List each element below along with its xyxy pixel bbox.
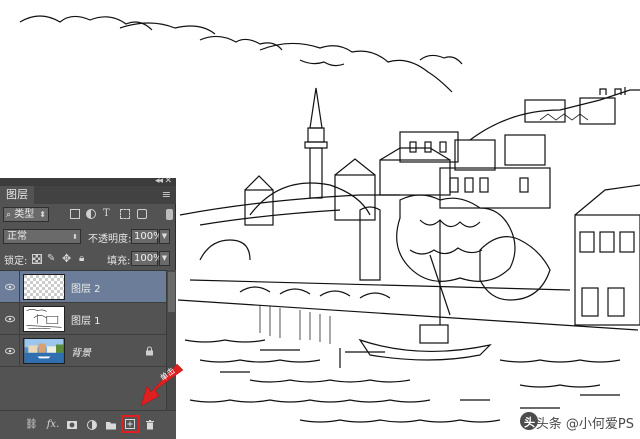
filter-kind-label: 类型 bbox=[14, 209, 35, 220]
divider bbox=[19, 271, 20, 303]
type-filter-icon[interactable]: T bbox=[103, 209, 113, 219]
fill-input[interactable]: 100% bbox=[131, 251, 163, 266]
visibility-eye-icon[interactable] bbox=[5, 346, 15, 356]
close-panel-icon[interactable]: ✕ bbox=[164, 176, 172, 186]
photo-thumbnail bbox=[23, 338, 65, 364]
filter-kind-select[interactable]: ⌕ 类型 ⬍ bbox=[3, 207, 49, 222]
fx-icon[interactable]: fx. bbox=[45, 419, 61, 431]
transparent-thumbnail bbox=[23, 274, 65, 300]
panel-title-strip: ◂◂ ✕ bbox=[0, 176, 176, 186]
sketch-thumbnail bbox=[23, 306, 65, 332]
tab-layers[interactable]: 图层 bbox=[0, 186, 34, 204]
smart-object-filter-icon[interactable] bbox=[137, 209, 147, 219]
filter-toggle[interactable] bbox=[166, 209, 173, 220]
lock-all-icon[interactable]: 🔒︎ bbox=[79, 254, 89, 264]
opacity-input[interactable]: 100% bbox=[131, 229, 163, 244]
lock-transparent-pixels-icon[interactable] bbox=[32, 254, 42, 264]
new-group-icon[interactable] bbox=[105, 419, 117, 431]
opacity-dropdown-icon[interactable]: ▼ bbox=[159, 229, 170, 244]
lock-position-icon[interactable]: ✥ bbox=[62, 253, 72, 264]
panel-menu-icon[interactable]: ≡ bbox=[162, 188, 171, 201]
lock-icon bbox=[146, 346, 153, 356]
layer-mask-icon[interactable] bbox=[66, 419, 78, 431]
layers-panel-footer: ⛓ fx. bbox=[0, 410, 176, 439]
fill-dropdown-icon[interactable]: ▼ bbox=[159, 251, 170, 266]
new-layer-highlight-box bbox=[121, 415, 140, 433]
layer-name[interactable]: 图层 1 bbox=[71, 312, 101, 327]
pixel-filter-icon[interactable] bbox=[70, 209, 80, 219]
trash-icon[interactable] bbox=[144, 419, 156, 431]
lock-fill-row: 锁定: ✎ ✥ 🔒︎ 填充: 100% ▼ bbox=[0, 248, 176, 270]
layer-row-background[interactable]: 背景 bbox=[0, 335, 166, 367]
blend-opacity-row: 正常 ⬍ 不透明度: 100% ▼ bbox=[0, 226, 176, 248]
blend-mode-select[interactable]: 正常 ⬍ bbox=[3, 229, 81, 244]
watermark-text: 头条 @小何爱PS bbox=[535, 417, 634, 432]
panel-tab-bar: 图层 ≡ bbox=[0, 186, 176, 204]
layer-name[interactable]: 背景 bbox=[71, 344, 91, 359]
shape-filter-icon[interactable] bbox=[120, 209, 130, 219]
watermark: 头 头条 @小何爱PS bbox=[504, 410, 634, 432]
divider bbox=[19, 303, 20, 335]
visibility-eye-icon[interactable] bbox=[5, 314, 15, 324]
scrollbar-thumb[interactable] bbox=[168, 272, 175, 312]
collapse-panel-icon[interactable]: ◂◂ bbox=[155, 176, 163, 186]
lock-image-pixels-icon[interactable]: ✎ bbox=[47, 254, 57, 264]
visibility-eye-icon[interactable] bbox=[5, 282, 15, 292]
layer-name[interactable]: 图层 2 bbox=[71, 280, 101, 295]
lock-label: 锁定: bbox=[4, 256, 28, 267]
divider bbox=[19, 335, 20, 367]
layer-row-layer-2[interactable]: 图层 2 bbox=[0, 271, 166, 303]
adjustment-layer-icon[interactable] bbox=[86, 419, 98, 431]
search-icon: ⌕ bbox=[6, 210, 12, 220]
layer-row-layer-1[interactable]: 图层 1 bbox=[0, 303, 166, 335]
layer-filter-row: ⌕ 类型 ⬍ T bbox=[0, 204, 176, 226]
fill-label: 填充: bbox=[107, 256, 131, 267]
blend-mode-value: 正常 bbox=[7, 231, 27, 242]
opacity-label: 不透明度: bbox=[88, 234, 132, 245]
chevron-down-icon: ⬍ bbox=[72, 233, 78, 241]
link-layers-icon[interactable]: ⛓ bbox=[25, 419, 38, 431]
chevron-down-icon: ⬍ bbox=[39, 210, 46, 219]
adjustment-filter-icon[interactable] bbox=[86, 209, 96, 219]
